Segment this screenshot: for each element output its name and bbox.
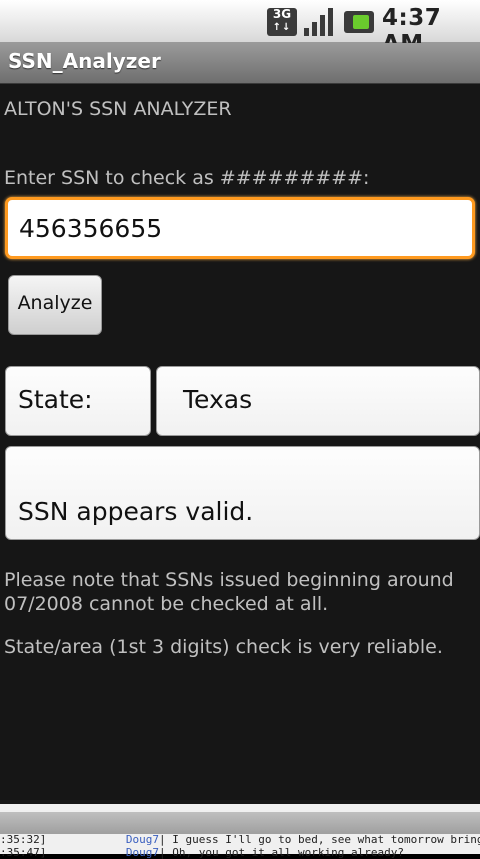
status-bar: 3G ↑↓ 4:37 AM [0, 0, 480, 57]
note-line: 07/2008 cannot be checked at all. [4, 593, 329, 615]
ssn-prompt-label: Enter SSN to check as #########: [4, 167, 370, 189]
analyze-button[interactable]: Analyze [8, 275, 102, 335]
network-3g-icon: 3G ↑↓ [267, 8, 297, 36]
page-heading: ALTON'S SSN ANALYZER [4, 98, 232, 120]
chat-line: :35:32] Doug7| I guess I'll go to bed, s… [0, 833, 480, 846]
main-content: ALTON'S SSN ANALYZER Enter SSN to check … [0, 84, 480, 804]
state-value-field: Texas [156, 366, 480, 436]
ssn-input-value: 456356655 [19, 214, 163, 243]
ssn-input[interactable]: 456356655 [5, 197, 475, 259]
state-label-field: State: [5, 366, 151, 436]
app-title-bar: SSN_Analyzer [0, 43, 480, 84]
window-divider [0, 812, 480, 834]
network-type: 3G [272, 7, 292, 21]
note-issued-2008: Please note that SSNs issued beginning a… [4, 568, 474, 616]
analyze-button-label: Analyze [17, 292, 93, 314]
state-label: State: [18, 385, 93, 414]
chat-line: :35:47] Doug7| Oh, you got it all workin… [0, 846, 405, 859]
background-chat-window: :35:32] Doug7| I guess I'll go to bed, s… [0, 804, 480, 859]
state-value: Texas [183, 385, 253, 414]
note-line: Please note that SSNs issued beginning a… [4, 569, 454, 591]
signal-icon [304, 6, 338, 36]
battery-icon [344, 11, 374, 33]
result-field: SSN appears valid. [5, 446, 480, 540]
app-title: SSN_Analyzer [8, 49, 161, 73]
note-reliability: State/area (1st 3 digits) check is very … [4, 636, 443, 658]
result-text: SSN appears valid. [18, 497, 254, 526]
